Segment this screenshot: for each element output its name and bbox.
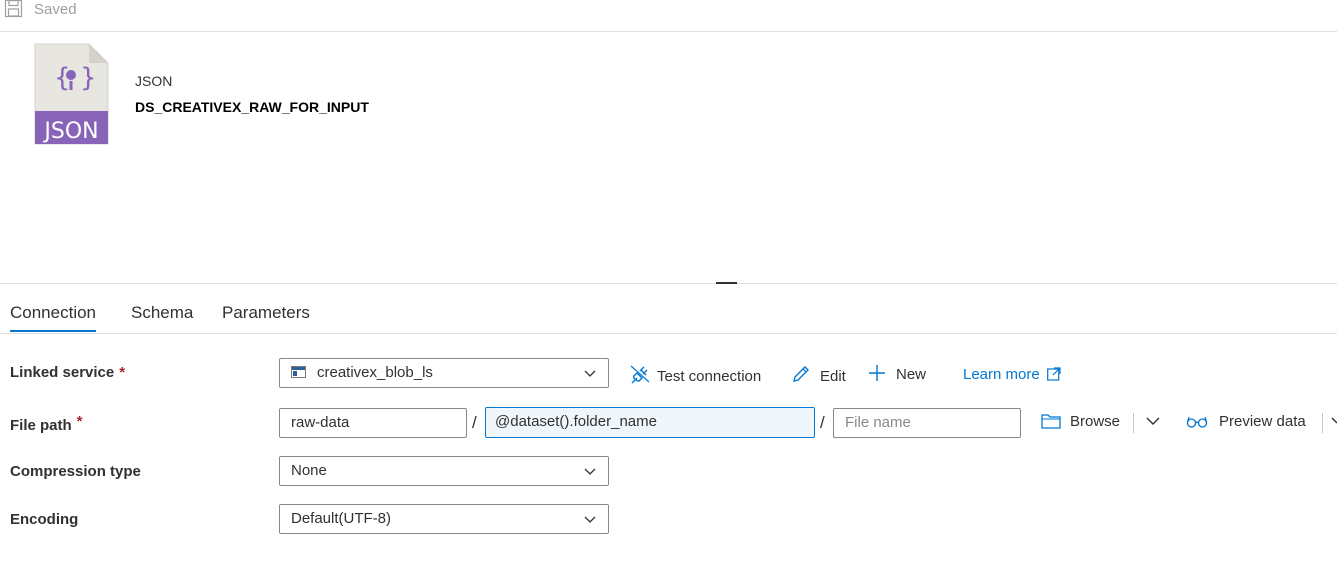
container-input[interactable]: raw-data <box>279 408 467 438</box>
chevron-down-icon[interactable] <box>1331 416 1337 426</box>
linked-service-select[interactable]: creativex_blob_ls <box>279 358 609 388</box>
compression-type-select[interactable]: None <box>279 456 609 486</box>
dataset-type: JSON <box>135 73 173 89</box>
splitter-handle[interactable] <box>716 282 737 284</box>
chevron-down-icon <box>584 370 596 377</box>
new-button[interactable]: New <box>868 364 926 383</box>
folder-icon <box>1041 414 1061 429</box>
browse-button[interactable]: Browse <box>1041 413 1120 430</box>
tab-schema[interactable]: Schema <box>131 303 193 323</box>
top-bar: Saved <box>0 0 1337 32</box>
path-separator: / <box>820 413 825 432</box>
chevron-down-icon <box>584 516 596 523</box>
file-name-input[interactable]: File name <box>833 408 1021 438</box>
json-file-icon: { } JSON <box>34 43 109 145</box>
preview-data-button[interactable]: Preview data <box>1186 413 1306 430</box>
directory-input[interactable]: @dataset().folder_name <box>485 407 815 438</box>
chevron-down-icon <box>584 468 596 475</box>
edit-button[interactable]: Edit <box>791 364 846 385</box>
saved-status: Saved <box>34 1 77 18</box>
storage-icon <box>291 360 306 387</box>
chevron-down-icon[interactable] <box>1146 416 1160 426</box>
toolbar-divider <box>1322 413 1323 433</box>
svg-text:}: } <box>80 63 97 93</box>
glasses-icon <box>1186 416 1208 428</box>
save-icon <box>4 0 24 18</box>
plug-icon <box>630 365 650 384</box>
compression-type-label: Compression type <box>10 463 141 480</box>
file-path-label: File path * <box>10 413 83 434</box>
plus-icon <box>869 365 885 381</box>
toolbar-divider <box>1133 413 1134 433</box>
learn-more-link[interactable]: Learn more <box>963 366 1061 383</box>
required-mark: * <box>76 413 83 430</box>
encoding-label: Encoding <box>10 511 79 528</box>
linked-service-value: creativex_blob_ls <box>317 364 433 381</box>
path-separator: / <box>472 413 477 432</box>
pencil-icon <box>793 366 809 382</box>
tab-connection[interactable]: Connection <box>10 303 97 332</box>
test-connection-button[interactable]: Test connection <box>629 364 761 385</box>
linked-service-label: Linked service * <box>10 364 126 381</box>
dataset-name: DS_CREATIVEX_RAW_FOR_INPUT <box>135 99 369 115</box>
encoding-select[interactable]: Default(UTF-8) <box>279 504 609 534</box>
panel-splitter[interactable] <box>0 283 1337 284</box>
tabs-divider <box>0 333 1337 334</box>
required-mark: * <box>119 364 126 381</box>
external-link-icon <box>1046 367 1061 381</box>
json-icon-text: JSON <box>42 119 98 144</box>
tab-parameters[interactable]: Parameters <box>222 303 310 323</box>
